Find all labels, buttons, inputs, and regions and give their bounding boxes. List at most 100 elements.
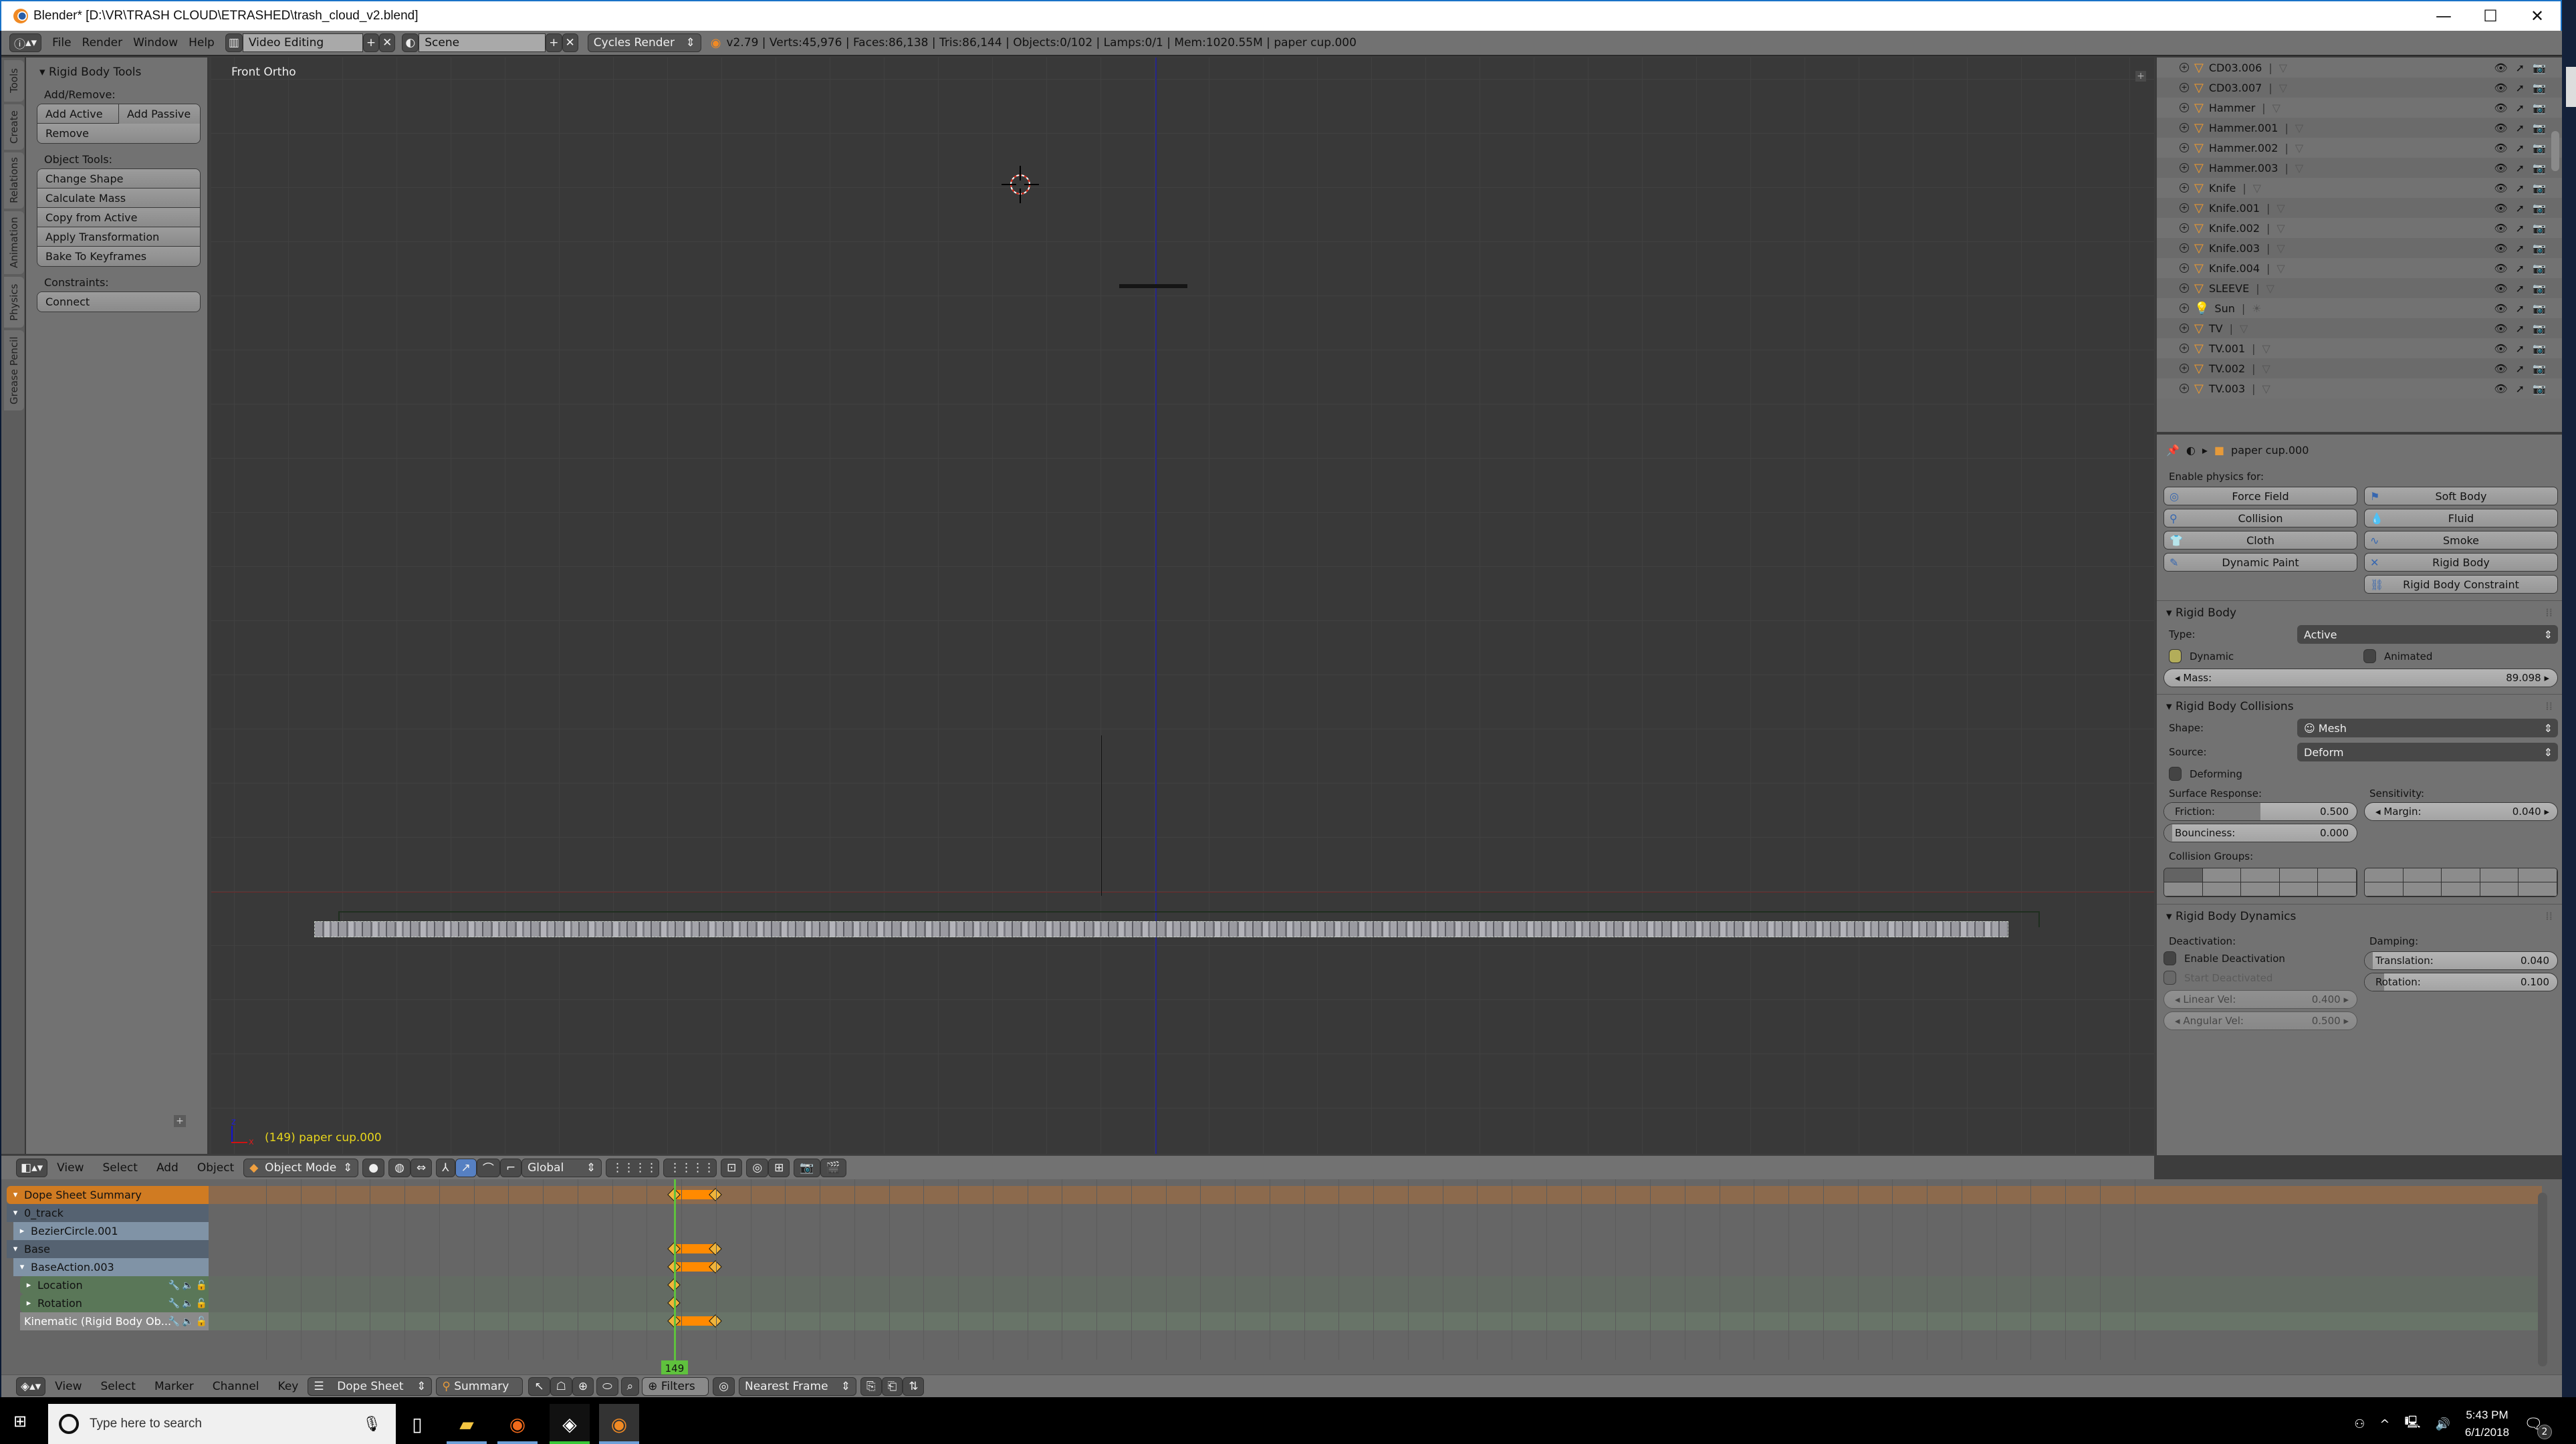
outliner-item[interactable]: + ▽ TV.003 | ▽ 👁 ➚ 📷	[2157, 378, 2562, 398]
select-arrow-icon[interactable]: ➚	[2516, 262, 2525, 275]
opengl-animation-button[interactable]: 🎬	[820, 1158, 846, 1177]
image-strip-object[interactable]	[314, 921, 2008, 937]
collision-shape-dropdown[interactable]: ☺ Mesh ⇕	[2297, 719, 2558, 737]
mesh-data-icon[interactable]: ▽	[2276, 222, 2285, 235]
menu-channel[interactable]: Channel	[213, 1380, 259, 1393]
summary-toggle[interactable]: ⚲ Summary	[436, 1376, 523, 1396]
disclosure-triangle-icon[interactable]: ▸	[20, 1298, 37, 1308]
expand-icon[interactable]: +	[2180, 103, 2189, 112]
dope-sheet[interactable]: ▾ Dope Sheet Summary ▾ 0_track ▸ BezierCircle…	[1, 1179, 2562, 1391]
rigid-body-type-dropdown[interactable]: Active ⇕	[2297, 625, 2558, 644]
translate-manipulator[interactable]: ⅄	[436, 1158, 455, 1177]
expand-icon[interactable]: +	[2180, 163, 2189, 172]
collision-group-toggle[interactable]	[2442, 868, 2480, 882]
add-passive-button[interactable]: Add Passive	[119, 104, 200, 124]
eye-icon[interactable]: 👁	[2494, 102, 2507, 114]
expand-icon[interactable]: +	[2180, 83, 2189, 92]
eye-icon[interactable]: 👁	[2494, 262, 2507, 275]
tab-create[interactable]: Create	[4, 104, 24, 150]
mute-speaker-icon[interactable]: 🔈	[182, 1316, 193, 1327]
calculate-mass-button[interactable]: Calculate Mass	[37, 189, 200, 208]
mesh-data-icon[interactable]: ▽	[2276, 242, 2285, 255]
expand-toolshelf-button[interactable]: +	[174, 1115, 186, 1127]
collisions-header[interactable]: ▾ Rigid Body Collisions ⁞⁞	[2157, 695, 2562, 713]
enable-deactivation-checkbox[interactable]	[2163, 951, 2176, 965]
eye-icon[interactable]: 👁	[2494, 302, 2507, 315]
collision-group-toggle[interactable]	[2202, 868, 2242, 882]
expand-icon[interactable]: +	[2180, 63, 2189, 72]
mesh-data-icon[interactable]: ▽	[2240, 322, 2248, 335]
taskbar-unity[interactable]: ◈	[550, 1404, 590, 1444]
only-selected-button[interactable]: ↖	[528, 1376, 550, 1396]
screen-layout-icon-button[interactable]: ▥	[225, 33, 243, 52]
outliner-item[interactable]: + ▽ Knife.004 | ▽ 👁 ➚ 📷	[2157, 258, 2562, 278]
action-center-button[interactable]: 🗨 2	[2524, 1416, 2552, 1439]
disclosure-triangle-icon[interactable]: ▾	[13, 1262, 31, 1272]
mass-field[interactable]: ◂ Mass: 89.098 ▸	[2163, 669, 2558, 687]
viewport-shading-button[interactable]: ●	[362, 1158, 385, 1177]
collision-button[interactable]: ⚲ Collision	[2163, 509, 2357, 527]
expand-icon[interactable]: +	[2180, 283, 2189, 293]
eye-icon[interactable]: 👁	[2494, 342, 2507, 355]
render-camera-icon[interactable]: 📷	[2533, 202, 2546, 215]
mesh-data-icon[interactable]: ▽	[2253, 182, 2261, 195]
tab-grease-pencil[interactable]: Grease Pencil	[4, 330, 24, 410]
expand-icon[interactable]: +	[2180, 263, 2189, 273]
menu-add[interactable]: Add	[156, 1161, 179, 1175]
3d-cursor-icon[interactable]	[1000, 164, 1040, 205]
add-layout-button[interactable]: +	[362, 33, 380, 52]
translation-damping-field[interactable]: Translation: 0.040	[2364, 951, 2558, 970]
copy-keys-button[interactable]: ⎘	[860, 1376, 882, 1396]
rotate-mode-button[interactable]: ⌒	[476, 1158, 500, 1177]
expand-icon[interactable]: +	[2180, 344, 2189, 353]
copy-from-active-button[interactable]: Copy from Active	[37, 208, 200, 227]
friction-field[interactable]: Friction: 0.500	[2163, 802, 2357, 821]
tab-relations[interactable]: Relations	[4, 152, 24, 209]
deforming-checkbox[interactable]	[2169, 767, 2182, 781]
scale-mode-button[interactable]: ⌐	[499, 1158, 522, 1177]
select-arrow-icon[interactable]: ➚	[2516, 222, 2525, 235]
collision-group-toggle[interactable]	[2403, 868, 2442, 882]
start-deactivated-checkbox[interactable]	[2163, 971, 2176, 985]
expand-icon[interactable]: +	[2180, 223, 2189, 233]
select-arrow-icon[interactable]: ➚	[2516, 182, 2525, 195]
eye-icon[interactable]: 👁	[2494, 162, 2507, 174]
scene-field[interactable]: Scene	[419, 33, 546, 52]
expand-icon[interactable]: +	[2180, 243, 2189, 253]
outliner-item[interactable]: + ▽ Hammer.001 | ▽ 👁 ➚ 📷	[2157, 118, 2562, 138]
outliner-item[interactable]: + ▽ Hammer | ▽ 👁 ➚ 📷	[2157, 98, 2562, 118]
show-hidden-button[interactable]: ☖	[550, 1376, 572, 1396]
drag-handle-icon[interactable]: ⁞⁞	[2545, 910, 2553, 923]
mute-speaker-icon[interactable]: 🔈	[182, 1298, 193, 1309]
dynamic-paint-button[interactable]: ✎ Dynamic Paint	[2163, 553, 2357, 572]
show-hidden-icons-button[interactable]: ^	[2379, 1417, 2389, 1431]
lock-layers-button[interactable]: ⊡	[721, 1158, 743, 1177]
maximize-button[interactable]: ☐	[2467, 1, 2514, 31]
snap-mode-dropdown[interactable]: Nearest Frame ⇕	[739, 1376, 856, 1396]
render-camera-icon[interactable]: 📷	[2533, 362, 2546, 375]
mesh-data-icon[interactable]: ▽	[2276, 262, 2285, 275]
fluid-button[interactable]: 💧 Fluid	[2364, 509, 2558, 527]
collision-group-toggle[interactable]	[2365, 868, 2404, 882]
render-camera-icon[interactable]: 📷	[2533, 142, 2546, 154]
render-engine-dropdown[interactable]: Cycles Render ⇕	[587, 33, 701, 52]
expand-icon[interactable]: +	[2180, 384, 2189, 393]
collision-group-toggle[interactable]	[2480, 882, 2519, 896]
mute-speaker-icon[interactable]: 🔈	[182, 1280, 193, 1291]
disclosure-triangle-icon[interactable]: ▸	[20, 1280, 37, 1290]
expand-icon[interactable]: +	[2180, 304, 2189, 313]
drag-handle-icon[interactable]: ⁞⁞	[2545, 700, 2553, 713]
render-camera-icon[interactable]: 📷	[2533, 322, 2546, 335]
menu-object[interactable]: Object	[197, 1161, 234, 1175]
animated-checkbox[interactable]	[2363, 649, 2376, 663]
select-arrow-icon[interactable]: ➚	[2516, 382, 2525, 395]
scene-object-bar[interactable]	[1119, 284, 1187, 288]
collision-group-toggle[interactable]	[2279, 868, 2319, 882]
menu-view[interactable]: View	[57, 1161, 84, 1175]
tab-physics[interactable]: Physics	[4, 277, 24, 328]
eye-icon[interactable]: 👁	[2494, 322, 2507, 335]
expand-properties-button[interactable]: +	[2135, 71, 2146, 82]
delete-scene-button[interactable]: ✕	[562, 33, 578, 52]
eye-icon[interactable]: 👁	[2494, 222, 2507, 235]
eye-icon[interactable]: 👁	[2494, 82, 2507, 94]
